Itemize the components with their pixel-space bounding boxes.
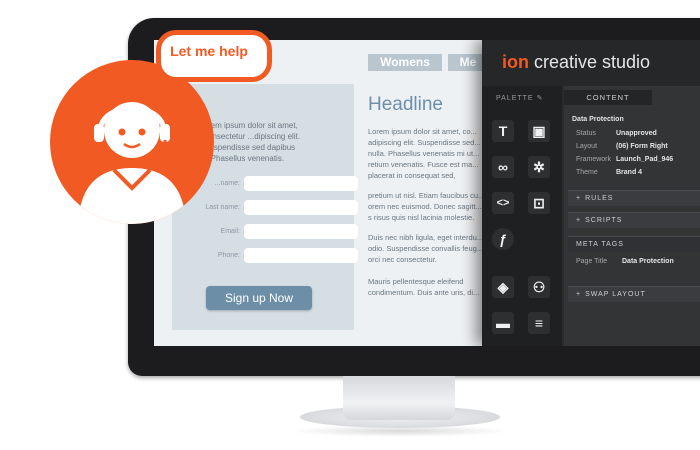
status-value: Unapproved (616, 130, 657, 137)
swap-layout-bar[interactable]: + SWAP LAYOUT (568, 286, 700, 302)
scripts-bar[interactable]: + SCRIPTS (568, 212, 700, 228)
landing-page-preview: Womens Me ...name: Last name: Email: Pho… (154, 40, 488, 346)
palette-title: PALETTE ✎ (496, 95, 544, 102)
studio-header: ion creative studio (482, 40, 700, 86)
layers-icon[interactable]: ◈ (492, 276, 514, 298)
image-icon[interactable]: ▣ (528, 120, 550, 142)
list-icon[interactable]: ≡ (528, 312, 550, 334)
signup-button[interactable]: Sign up Now (206, 286, 312, 310)
layout-value: (06) Form Right (616, 143, 668, 150)
section-title: Data Protection (572, 116, 624, 123)
tab-womens[interactable]: Womens (368, 54, 442, 71)
studio-panel: ion creative studio PALETTE ✎ T ▣ ∞ ✲ <>… (482, 40, 700, 346)
palette-column: PALETTE ✎ T ▣ ∞ ✲ <> ⊡ ƒ ◈ ⚇ ▬ ≡ (482, 86, 562, 346)
expand-icon: + (576, 291, 582, 298)
speech-bubble[interactable]: Let me help (156, 30, 272, 82)
body-paragraph-2: pretium ut nisl. Etiam faucibus cu... or… (368, 191, 485, 222)
theme-value: Brand 4 (616, 169, 643, 176)
brand-prefix: ion (502, 52, 529, 72)
link-icon[interactable]: ∞ (492, 156, 514, 178)
email-label: Email: (220, 228, 240, 235)
studio-logo: ion creative studio (502, 52, 650, 73)
video-icon[interactable]: ▬ (492, 312, 514, 334)
phone-field[interactable] (244, 248, 358, 263)
phone-label: Phone: (217, 252, 240, 259)
pin-icon[interactable]: ✎ (537, 95, 544, 102)
form-intro-text: ...em ipsum dolor sit amet, consectetur … (204, 121, 301, 163)
page-title-key: Page Title (576, 258, 608, 265)
body-paragraph-3: Duis nec nibh ligula, eget interdu... od… (368, 233, 484, 264)
first-name-field[interactable] (244, 176, 358, 191)
monitor-stand-neck (343, 376, 455, 420)
layout-key: Layout (576, 143, 598, 150)
body-paragraph-4: Mauris pellentesque eleifend condimentum… (368, 277, 480, 297)
theme-key: Theme (576, 169, 598, 176)
last-name-field[interactable] (244, 200, 358, 215)
monitor-screen: Womens Me ...name: Last name: Email: Pho… (154, 40, 700, 346)
status-key: Status (576, 130, 596, 137)
help-bubble-text: Let me help (170, 43, 248, 59)
body-paragraph-1: Lorem ipsum dolor sit amet, co... adipis… (368, 127, 481, 180)
tab-content[interactable]: CONTENT (564, 90, 652, 105)
page-title-value: Data Protection (622, 258, 674, 265)
framework-value: Launch_Pad_946 (616, 156, 674, 163)
email-field[interactable] (244, 224, 358, 239)
widget-icon[interactable]: ✲ (528, 156, 550, 178)
expand-icon: + (576, 217, 582, 224)
meta-tags-bar[interactable]: META TAGS (568, 236, 700, 252)
framework-key: Framework (576, 156, 612, 163)
rules-bar[interactable]: + RULES (568, 190, 700, 206)
code-icon[interactable]: <> (492, 192, 514, 214)
expand-icon: + (576, 195, 582, 202)
frame-icon[interactable]: ⊡ (528, 192, 550, 214)
page-headline: Headline (368, 94, 443, 115)
text-icon[interactable]: T (492, 120, 514, 142)
brand-suffix: creative studio (529, 52, 651, 72)
sitemap-icon[interactable]: ⚇ (528, 276, 550, 298)
flash-icon[interactable]: ƒ (492, 228, 514, 250)
content-column: CONTENT Data Protection Status Unapprove… (564, 86, 700, 346)
